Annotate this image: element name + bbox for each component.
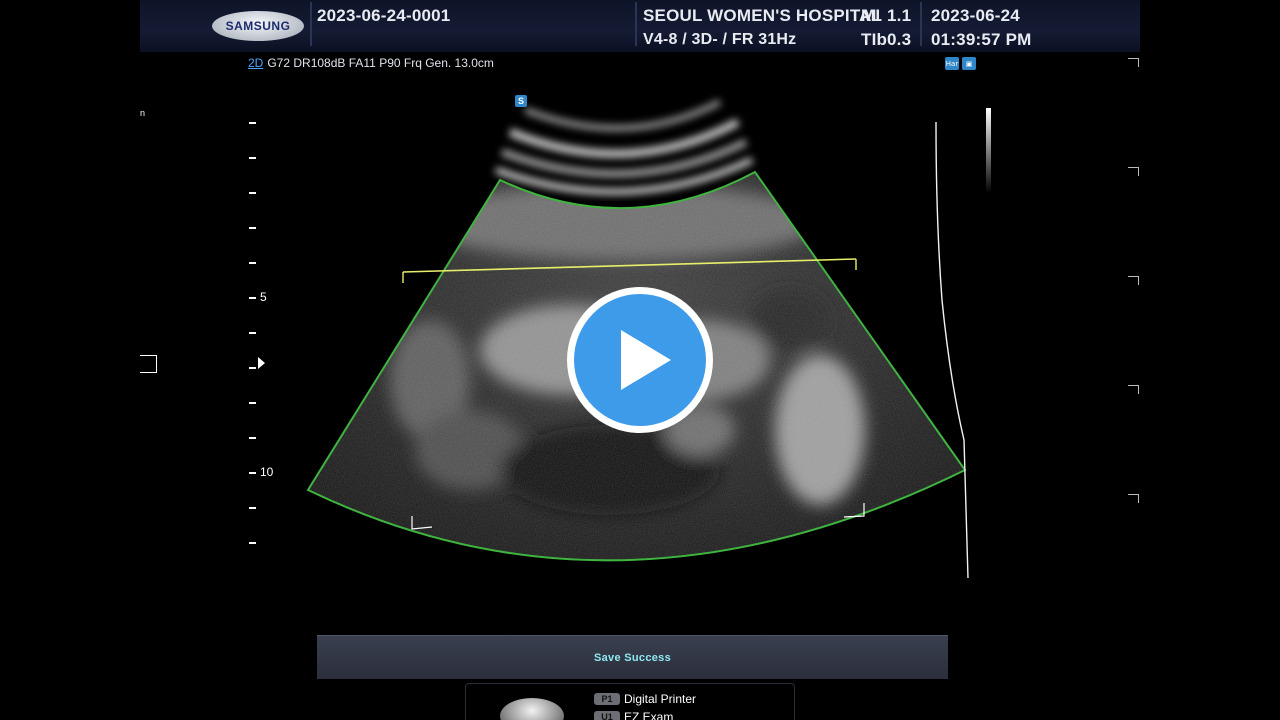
grayscale-bar	[986, 108, 991, 193]
depth-tick	[249, 262, 256, 264]
depth-tick	[249, 192, 256, 194]
edge-mark: n	[140, 108, 146, 118]
left-letterbox	[0, 0, 140, 720]
image-settings-text: G72 DR108dB FA11 P90 Frq Gen. 13.0cm	[267, 56, 494, 70]
depth-tick	[249, 122, 256, 124]
edge-marker	[1128, 494, 1139, 503]
orientation-s-icon: S	[515, 95, 527, 107]
depth-tick	[249, 367, 256, 369]
depth-scale: n 5 10	[140, 0, 300, 600]
top-right-icons: Har ▣	[945, 57, 976, 70]
depth-tick	[249, 332, 256, 334]
user-key-panel: P1 Digital Printer U1 EZ Exam	[465, 683, 795, 720]
header-separator	[310, 2, 312, 46]
tib-value: 0.3	[887, 30, 912, 49]
depth-tick	[249, 157, 256, 159]
edge-marker	[1128, 385, 1139, 394]
patient-id: 2023-06-24-0001	[317, 6, 451, 25]
edge-marker	[1128, 276, 1139, 285]
hospital-name: SEOUL WOMEN'S HOSPITAL	[643, 6, 883, 25]
tgc-curve	[935, 121, 969, 579]
abdominal-wall	[494, 99, 754, 195]
play-button[interactable]	[567, 287, 713, 433]
key-badge-p1: P1	[594, 693, 620, 705]
focus-marker-icon[interactable]	[258, 357, 265, 369]
user-key-p1[interactable]: P1 Digital Printer	[594, 692, 696, 706]
exam-date: 2023-06-24	[931, 6, 1020, 25]
depth-tick	[249, 437, 256, 439]
key-label-u1: EZ Exam	[624, 710, 674, 720]
camera-icon[interactable]: ▣	[962, 57, 976, 70]
depth-label-5: 5	[260, 290, 267, 304]
depth-tick	[249, 227, 256, 229]
depth-tick	[249, 297, 256, 299]
mi-value: 1.1	[887, 6, 912, 25]
trackball-knob-icon[interactable]	[500, 698, 564, 720]
exam-time: 01:39:57 PM	[931, 30, 1032, 49]
left-edge-bracket	[140, 355, 157, 373]
header-separator	[920, 2, 922, 46]
status-bar: Save Success	[317, 635, 948, 679]
depth-label-10: 10	[260, 465, 274, 479]
depth-tick	[249, 472, 256, 474]
mi-label: MI	[861, 6, 881, 25]
user-key-u1[interactable]: U1 EZ Exam	[594, 710, 673, 720]
depth-tick	[249, 402, 256, 404]
ultrasound-screen: SAMSUNG 2023-06-24-0001 SEOUL WOMEN'S HO…	[140, 0, 1140, 720]
tib-label: TIb	[861, 30, 888, 49]
depth-tick	[249, 507, 256, 509]
play-icon	[621, 330, 671, 390]
harmonic-icon[interactable]: Har	[945, 57, 959, 70]
status-message: Save Success	[594, 651, 671, 664]
header-separator	[635, 2, 637, 46]
edge-marker	[1128, 58, 1139, 67]
right-letterbox	[1140, 0, 1280, 720]
key-label-p1: Digital Printer	[624, 692, 697, 706]
play-button-face[interactable]	[574, 294, 706, 426]
probe-info: V4-8 / 3D- / FR 31Hz	[643, 31, 797, 48]
key-badge-u1: U1	[594, 711, 620, 720]
depth-tick	[249, 542, 256, 544]
edge-marker	[1128, 167, 1139, 176]
